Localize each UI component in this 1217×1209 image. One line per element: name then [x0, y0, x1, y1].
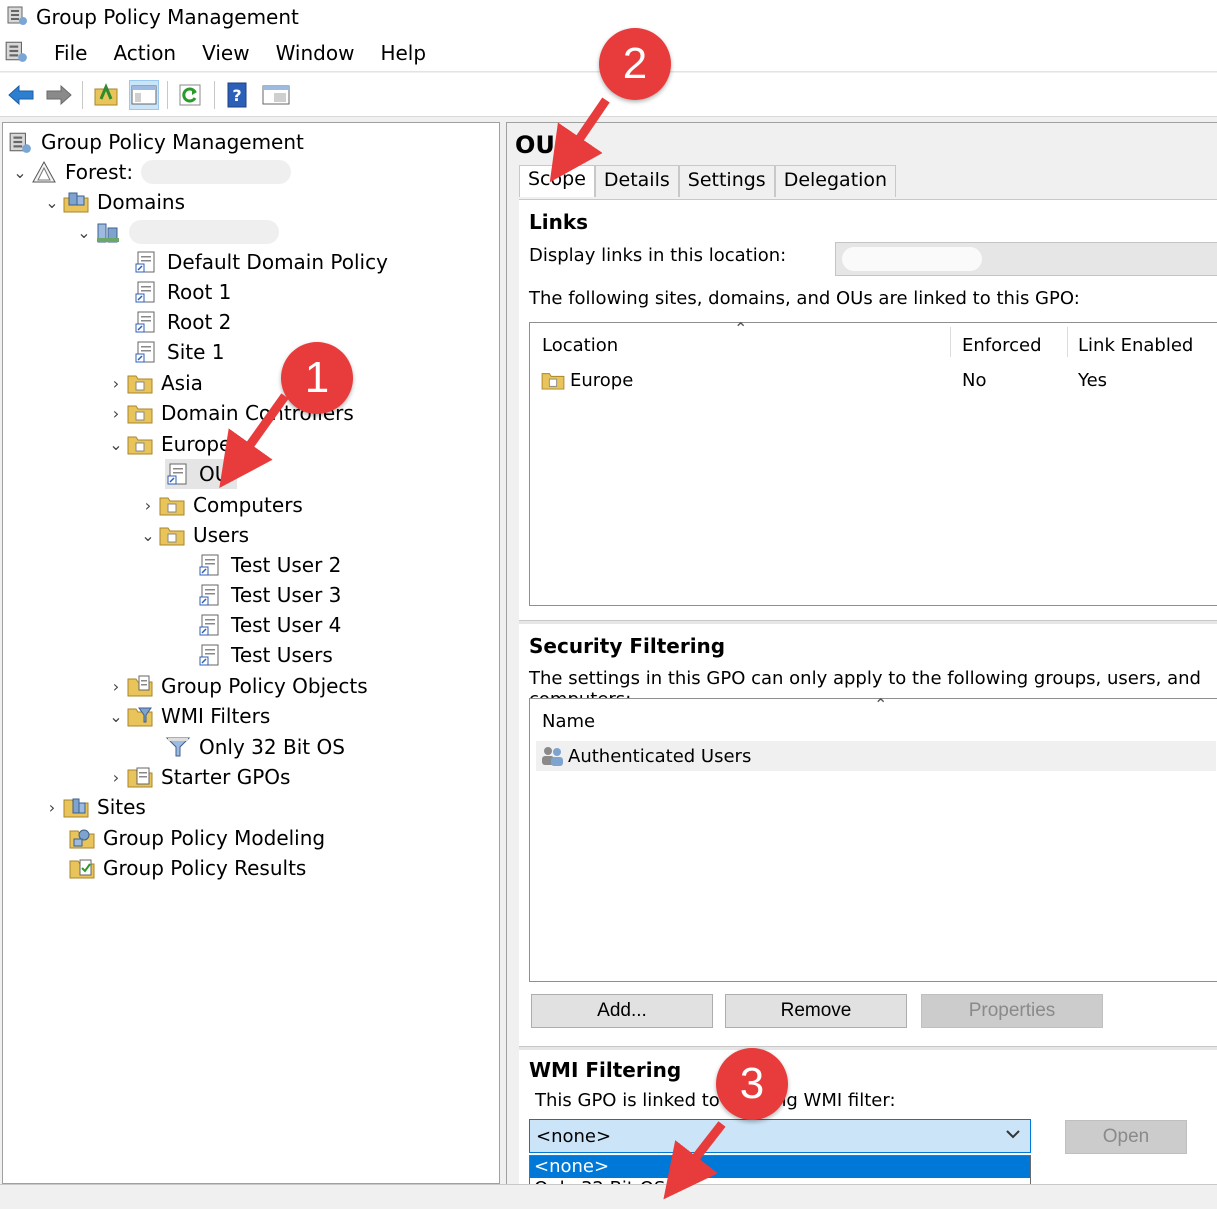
annotation-arrows: [219, 97, 726, 1200]
arrow-2: [549, 97, 610, 183]
arrow-3: [663, 1121, 726, 1200]
arrow-1: [219, 393, 289, 488]
